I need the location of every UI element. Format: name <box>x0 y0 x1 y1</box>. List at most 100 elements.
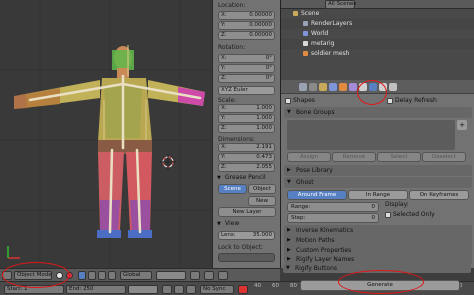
location-y-field[interactable]: Y: 0.00000 <box>218 21 275 30</box>
editor-type-icon[interactable] <box>2 271 12 280</box>
pose-library-header[interactable]: ▶ Pose Library <box>284 165 472 176</box>
transform-panel: Location: X: 0.00000 Y: 0.00000 Z: 0.00000 … <box>212 0 280 268</box>
3d-viewport[interactable] <box>0 0 212 268</box>
jump-start-icon[interactable] <box>162 285 172 294</box>
world-tab-icon[interactable] <box>329 83 337 91</box>
add-icon[interactable]: + <box>457 120 467 130</box>
lens-field[interactable]: Lens: 35.000 <box>218 231 275 240</box>
location-x-field[interactable]: X: 0.00000 <box>218 11 275 20</box>
ghost-range-field[interactable]: Range: 0 <box>287 202 379 212</box>
lock-object-field[interactable] <box>218 253 275 262</box>
armature-data-tab-icon[interactable] <box>369 83 377 91</box>
dimension-y-field[interactable]: Y: 0.473 <box>218 153 275 162</box>
expand-triangle-icon: ▼ <box>286 265 290 271</box>
mode-select[interactable]: Object Mode <box>14 271 52 280</box>
snap-icon[interactable] <box>204 271 214 280</box>
outliner-item-world[interactable]: World <box>281 29 474 39</box>
view-header[interactable]: ▼ View <box>215 219 279 229</box>
render-preview-icon[interactable] <box>218 271 228 280</box>
shapes-label: Shapes <box>293 97 315 104</box>
new-layer-button[interactable]: New Layer <box>218 207 276 217</box>
orientation-select[interactable]: Global <box>120 271 152 280</box>
selected-only-checkbox[interactable] <box>385 212 391 218</box>
translate-icon[interactable] <box>88 271 96 280</box>
generate-button[interactable]: Generate <box>300 280 460 291</box>
scene-button[interactable]: Scene <box>218 184 247 194</box>
location-z-field[interactable]: Z: 0.00000 <box>218 31 275 40</box>
play-icon[interactable] <box>174 285 184 294</box>
ghost-tab-in-range[interactable]: In Range <box>348 190 408 200</box>
delay-refresh-checkbox[interactable] <box>387 98 393 104</box>
outliner-header: All Scenes <box>281 0 474 9</box>
rotation-mode-select[interactable]: XYZ Euler <box>218 86 275 95</box>
expand-triangle-icon: ▼ <box>287 109 291 115</box>
rotation-y-field[interactable]: Y: 0° <box>218 64 275 73</box>
modifiers-tab-icon[interactable] <box>359 83 367 91</box>
bone-constraints-tab-icon[interactable] <box>389 83 397 91</box>
remove-button[interactable]: Remove <box>332 152 376 162</box>
location-label: Location: <box>218 2 246 9</box>
mesh-icon <box>303 51 308 56</box>
scale-y-field[interactable]: Y: 1.000 <box>218 114 275 123</box>
viewport-shading-icon[interactable] <box>56 272 63 279</box>
dimension-x-field[interactable]: X: 2.191 <box>218 143 275 152</box>
bone-groups-header[interactable]: ▼ Bone Groups <box>284 107 472 118</box>
ghost-tab-on-keyframes[interactable]: On Keyframes <box>409 190 469 200</box>
rotation-label: Rotation: <box>218 44 246 51</box>
properties-editor: Shapes Delay Refresh ▼ Bone Groups + Assi… <box>280 80 474 268</box>
shapes-checkbox[interactable] <box>285 98 291 104</box>
new-button[interactable]: New <box>248 196 276 206</box>
render-tab-icon[interactable] <box>299 83 307 91</box>
expand-triangle-icon: ▼ <box>287 179 291 185</box>
outliner-item-renderlayers[interactable]: RenderLayers <box>281 19 474 29</box>
scene-tab-icon[interactable] <box>319 83 327 91</box>
axis-widget <box>7 246 20 259</box>
lock-layers-icon[interactable] <box>190 271 200 280</box>
scale-icon[interactable] <box>108 271 116 280</box>
scale-label: Scale: <box>218 97 237 104</box>
layer-buttons[interactable] <box>156 271 186 280</box>
ghost-tab-around-frame[interactable]: Around Frame <box>287 190 347 200</box>
bone-groups-list[interactable] <box>287 120 455 150</box>
ghost-step-field[interactable]: Step: 0 <box>287 213 379 223</box>
assign-button[interactable]: Assign <box>287 152 331 162</box>
object-button[interactable]: Object <box>248 184 276 194</box>
display-label: Display: <box>385 201 409 208</box>
record-icon[interactable] <box>238 285 248 294</box>
bone-tab-icon[interactable] <box>379 83 387 91</box>
world-icon <box>303 31 308 36</box>
outliner-display-select[interactable]: All Scenes <box>325 0 356 9</box>
end-frame-field[interactable]: End: 250 <box>66 285 126 294</box>
rotation-z-field[interactable]: Z: 0° <box>218 74 275 83</box>
outliner-item-metarig[interactable]: metarig <box>281 39 474 49</box>
rigify-buttons-header[interactable]: ▼ Rigify Buttons <box>283 264 471 273</box>
constraints-tab-icon[interactable] <box>349 83 357 91</box>
armature-icon <box>303 41 308 46</box>
outliner-item-scene[interactable]: Scene <box>281 9 474 19</box>
viewport-header: Object Mode Global <box>0 268 280 281</box>
object-tab-icon[interactable] <box>339 83 347 91</box>
scale-x-field[interactable]: X: 1.000 <box>218 104 275 113</box>
lock-to-object-label: Lock to Object: <box>218 244 264 251</box>
render-layers-tab-icon[interactable] <box>309 83 317 91</box>
deselect-button[interactable]: Deselect <box>422 152 466 162</box>
outliner-item-soldier-mesh[interactable]: soldier mesh <box>281 49 474 59</box>
manipulator-icon[interactable] <box>78 271 86 280</box>
start-frame-field[interactable]: Start: 1 <box>4 285 64 294</box>
rotate-icon[interactable] <box>98 271 106 280</box>
rotation-x-field[interactable]: X: 0° <box>218 54 275 63</box>
ghost-header[interactable]: ▼ Ghost <box>284 177 472 188</box>
grease-pencil-header[interactable]: ▼Grease Pencil Layers <box>215 173 279 191</box>
scale-z-field[interactable]: Z: 1.000 <box>218 124 275 133</box>
pivot-icon[interactable] <box>66 272 73 279</box>
select-button[interactable]: Select <box>377 152 421 162</box>
expand-triangle-icon: ▼ <box>217 175 221 181</box>
rigify-layer-names-header[interactable]: ▶ Rigify Layer Names <box>284 255 472 264</box>
sync-mode-select[interactable]: No Sync <box>200 285 234 294</box>
jump-end-icon[interactable] <box>186 285 196 294</box>
dimension-z-field[interactable]: Z: 2.055 <box>218 163 275 172</box>
viewport-scene <box>0 0 212 268</box>
current-frame-field[interactable] <box>128 285 158 294</box>
delay-refresh-label: Delay Refresh <box>395 97 437 104</box>
expand-triangle-icon: ▼ <box>217 221 221 227</box>
